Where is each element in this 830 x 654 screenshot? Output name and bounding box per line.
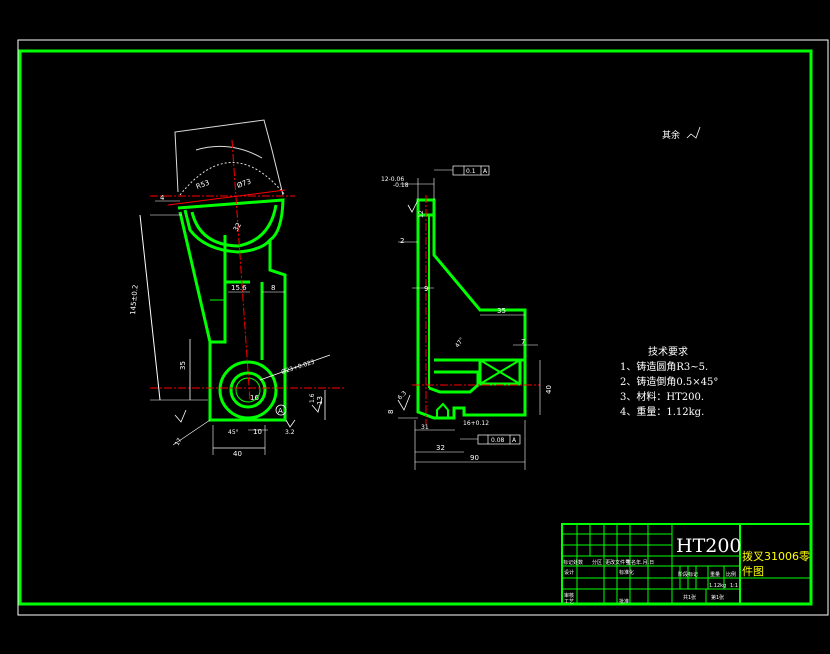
dim-12: 12 — [418, 210, 425, 218]
dim-47: 47° — [454, 336, 466, 349]
note-item-1: 1、铸造圆角R3~5. — [620, 362, 709, 373]
inner-border — [18, 49, 813, 606]
tb-stage-mark: 阶段标记 — [678, 572, 699, 578]
dim-31: 31 — [421, 424, 429, 431]
dim-35b: 35 — [497, 307, 506, 315]
dim-16: 16 — [250, 394, 259, 402]
tb-standardization: 标准化 — [619, 570, 635, 576]
fcf-value-2: 0.08 — [491, 437, 505, 444]
dim-6-3: 6.3 — [396, 390, 408, 402]
tb-scale: 比例 — [726, 572, 737, 578]
dim-4: 4 — [160, 194, 165, 202]
dim-9: 9 — [424, 285, 428, 293]
tb-sheets-total: 共1张 — [683, 595, 697, 601]
dim-3-2: 3.2 — [285, 429, 295, 436]
dim-17: 17 — [174, 437, 184, 447]
tb-weight-value: 1.12kg — [709, 583, 727, 589]
tb-row-label-5: 年.月.日 — [636, 560, 655, 566]
note-item-2: 2、铸造倒角0.5×45° — [620, 377, 719, 388]
title-part-name: 拨叉31006零件图 — [742, 550, 810, 578]
dim-32b: 32 — [436, 444, 445, 452]
dim-35: 35 — [179, 361, 187, 370]
dim-7: 7 — [521, 338, 525, 346]
dim-13: 13 — [316, 396, 324, 405]
dim-r53: R53 — [195, 179, 211, 191]
section-mark-a: A — [278, 407, 283, 415]
dim-8b: 8 — [387, 410, 395, 414]
note-item-3: 3、材料：HT200. — [620, 392, 705, 403]
dim-16b: 16+0.12 — [463, 420, 489, 427]
dim-r73: Ø73 — [236, 177, 252, 189]
tb-sheet-no: 第1张 — [711, 595, 725, 601]
dim-40: 40 — [233, 450, 242, 458]
dim-tol-12b: -0.18 — [393, 182, 409, 189]
dim-1-6: 1.6 — [309, 393, 316, 403]
technical-requirements: 技术要求 1、铸造圆角R3~5. 2、铸造倒角0.5×45° 3、材料：HT20… — [620, 345, 718, 420]
notes-title: 技术要求 — [648, 347, 688, 358]
fcf-value-1: 0.1 — [466, 168, 476, 175]
tb-row-label-1: 标记处数 — [563, 560, 584, 566]
dim-2: 2 — [400, 237, 404, 245]
dim-145: 145±0.2 — [129, 284, 140, 315]
tb-row-label-2: 分区 — [592, 560, 603, 566]
tb-weight: 重量 — [710, 572, 721, 578]
tb-designer: 设计 — [564, 570, 575, 576]
tb-row-label-4: 签名 — [626, 560, 637, 566]
tb-scale-value: 1:1 — [730, 583, 739, 589]
dim-40b: 40 — [545, 385, 553, 394]
note-item-4: 4、重量：1.12kg. — [620, 407, 705, 418]
dim-10: 10 — [253, 428, 262, 436]
tb-approve: 批准 — [619, 599, 630, 605]
dim-8: 8 — [271, 284, 275, 292]
title-material: HT200 — [676, 535, 742, 557]
dim-15-6: 15.6 — [231, 284, 247, 292]
outer-border — [17, 39, 829, 616]
dim-32: 32 — [232, 221, 243, 233]
roughness-other: 其余 — [662, 131, 681, 141]
dim-45deg: 45° — [228, 429, 239, 436]
tb-process: 工艺 — [564, 599, 575, 605]
fcf-ref-1: A — [483, 168, 488, 175]
fcf-ref-2: A — [512, 437, 517, 444]
dim-90: 90 — [470, 454, 479, 462]
